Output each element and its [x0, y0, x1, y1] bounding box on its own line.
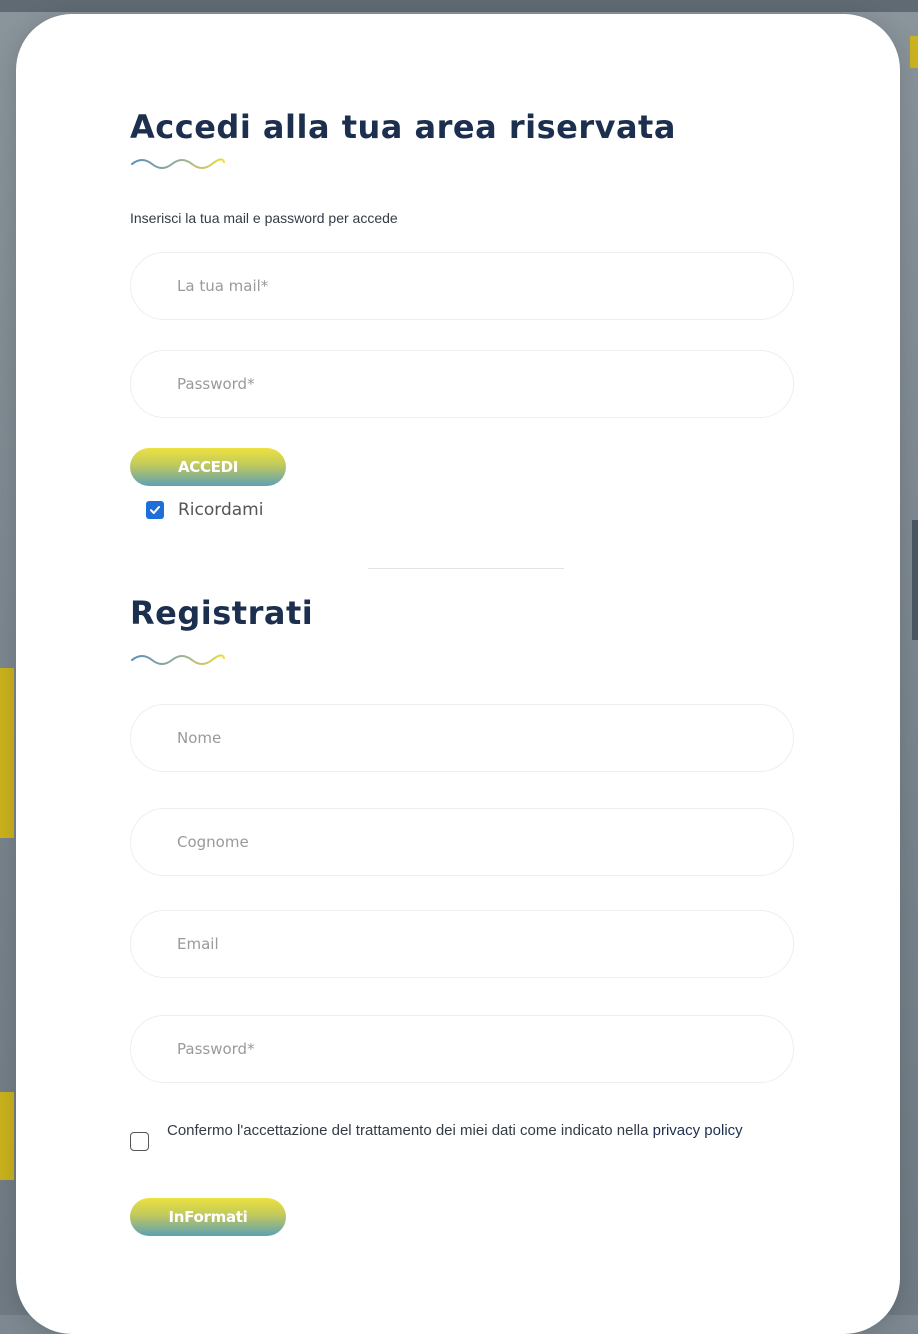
login-title: Accedi alla tua area riservata [130, 108, 676, 146]
checkmark-icon [150, 506, 160, 514]
register-title: Registrati [130, 594, 314, 632]
register-last-name-input[interactable] [130, 808, 794, 876]
register-email-input[interactable] [130, 910, 794, 978]
remember-me-checkbox[interactable]: Ricordami [146, 500, 263, 520]
remember-me-label: Ricordami [178, 500, 264, 520]
checkbox-checked-icon[interactable] [146, 501, 164, 519]
wave-decoration-icon [131, 158, 225, 169]
register-password-input[interactable] [130, 1015, 794, 1083]
privacy-consent-row: Confermo l'accettazione del trattamento … [130, 1120, 767, 1151]
login-instructions: Inserisci la tua mail e password per acc… [130, 210, 398, 226]
backdrop-dark-stripe [912, 520, 918, 640]
backdrop-header-strip [0, 0, 918, 12]
wave-decoration-icon [131, 654, 225, 665]
backdrop-yellow-block [0, 668, 14, 838]
privacy-consent-text: Confermo l'accettazione del trattamento … [167, 1120, 767, 1142]
login-email-input[interactable] [130, 252, 794, 320]
backdrop-yellow-block [0, 1092, 14, 1180]
section-divider [368, 568, 564, 569]
backdrop-yellow-block [910, 36, 918, 68]
register-first-name-input[interactable] [130, 704, 794, 772]
register-submit-button[interactable]: InFormati [130, 1198, 286, 1236]
privacy-policy-link[interactable]: privacy policy [653, 1122, 743, 1139]
login-password-input[interactable] [130, 350, 794, 418]
privacy-consent-checkbox[interactable] [130, 1132, 149, 1151]
login-submit-button[interactable]: ACCEDI [130, 448, 286, 486]
auth-modal: Accedi alla tua area riservata Inserisci… [16, 14, 900, 1334]
privacy-consent-label: Confermo l'accettazione del trattamento … [167, 1122, 649, 1139]
